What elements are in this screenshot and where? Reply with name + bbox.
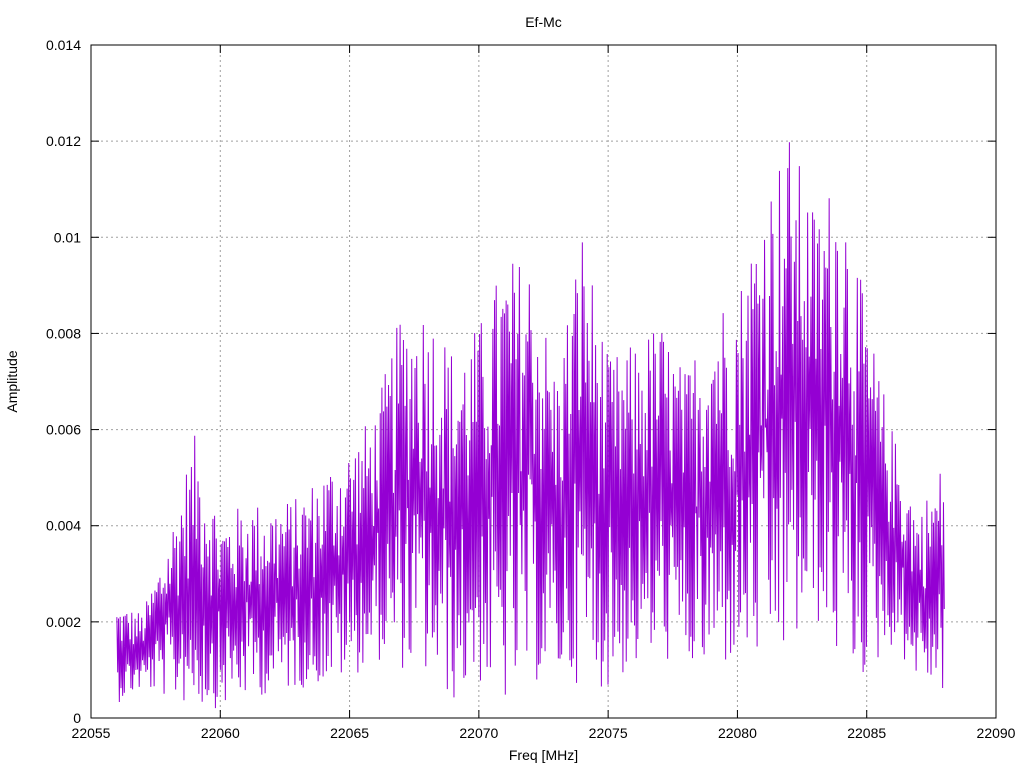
y-tick-label: 0.002 [46,614,81,630]
y-tick-label: 0.006 [46,422,81,438]
y-tick-label: 0.01 [54,229,81,245]
chart-title: Ef-Mc [525,14,562,30]
y-tick-label: 0 [73,710,81,726]
x-tick-label: 22060 [201,725,240,741]
series-layer [116,142,945,709]
y-tick-label: 0.004 [46,518,81,534]
series-line [116,142,945,709]
y-tick-label: 0.012 [46,133,81,149]
chart-svg: 22055 22060 22065 22070 22075 22080 22085 22090… [4,14,1016,763]
y-tick-label: 0.014 [46,37,81,53]
y-tick-label: 0.008 [46,325,81,341]
x-tick-label: 22085 [847,725,886,741]
x-tick-label: 22065 [330,725,369,741]
y-axis-title: Amplitude [4,350,20,412]
x-tick-label: 22070 [459,725,498,741]
chart-container: 22055 22060 22065 22070 22075 22080 22085 22090… [0,0,1024,768]
x-tick-label: 22080 [718,725,757,741]
x-axis-title: Freq [MHz] [509,747,578,763]
x-tick-label: 22075 [589,725,628,741]
x-tick-label: 22055 [72,725,111,741]
x-tick-label: 22090 [977,725,1016,741]
